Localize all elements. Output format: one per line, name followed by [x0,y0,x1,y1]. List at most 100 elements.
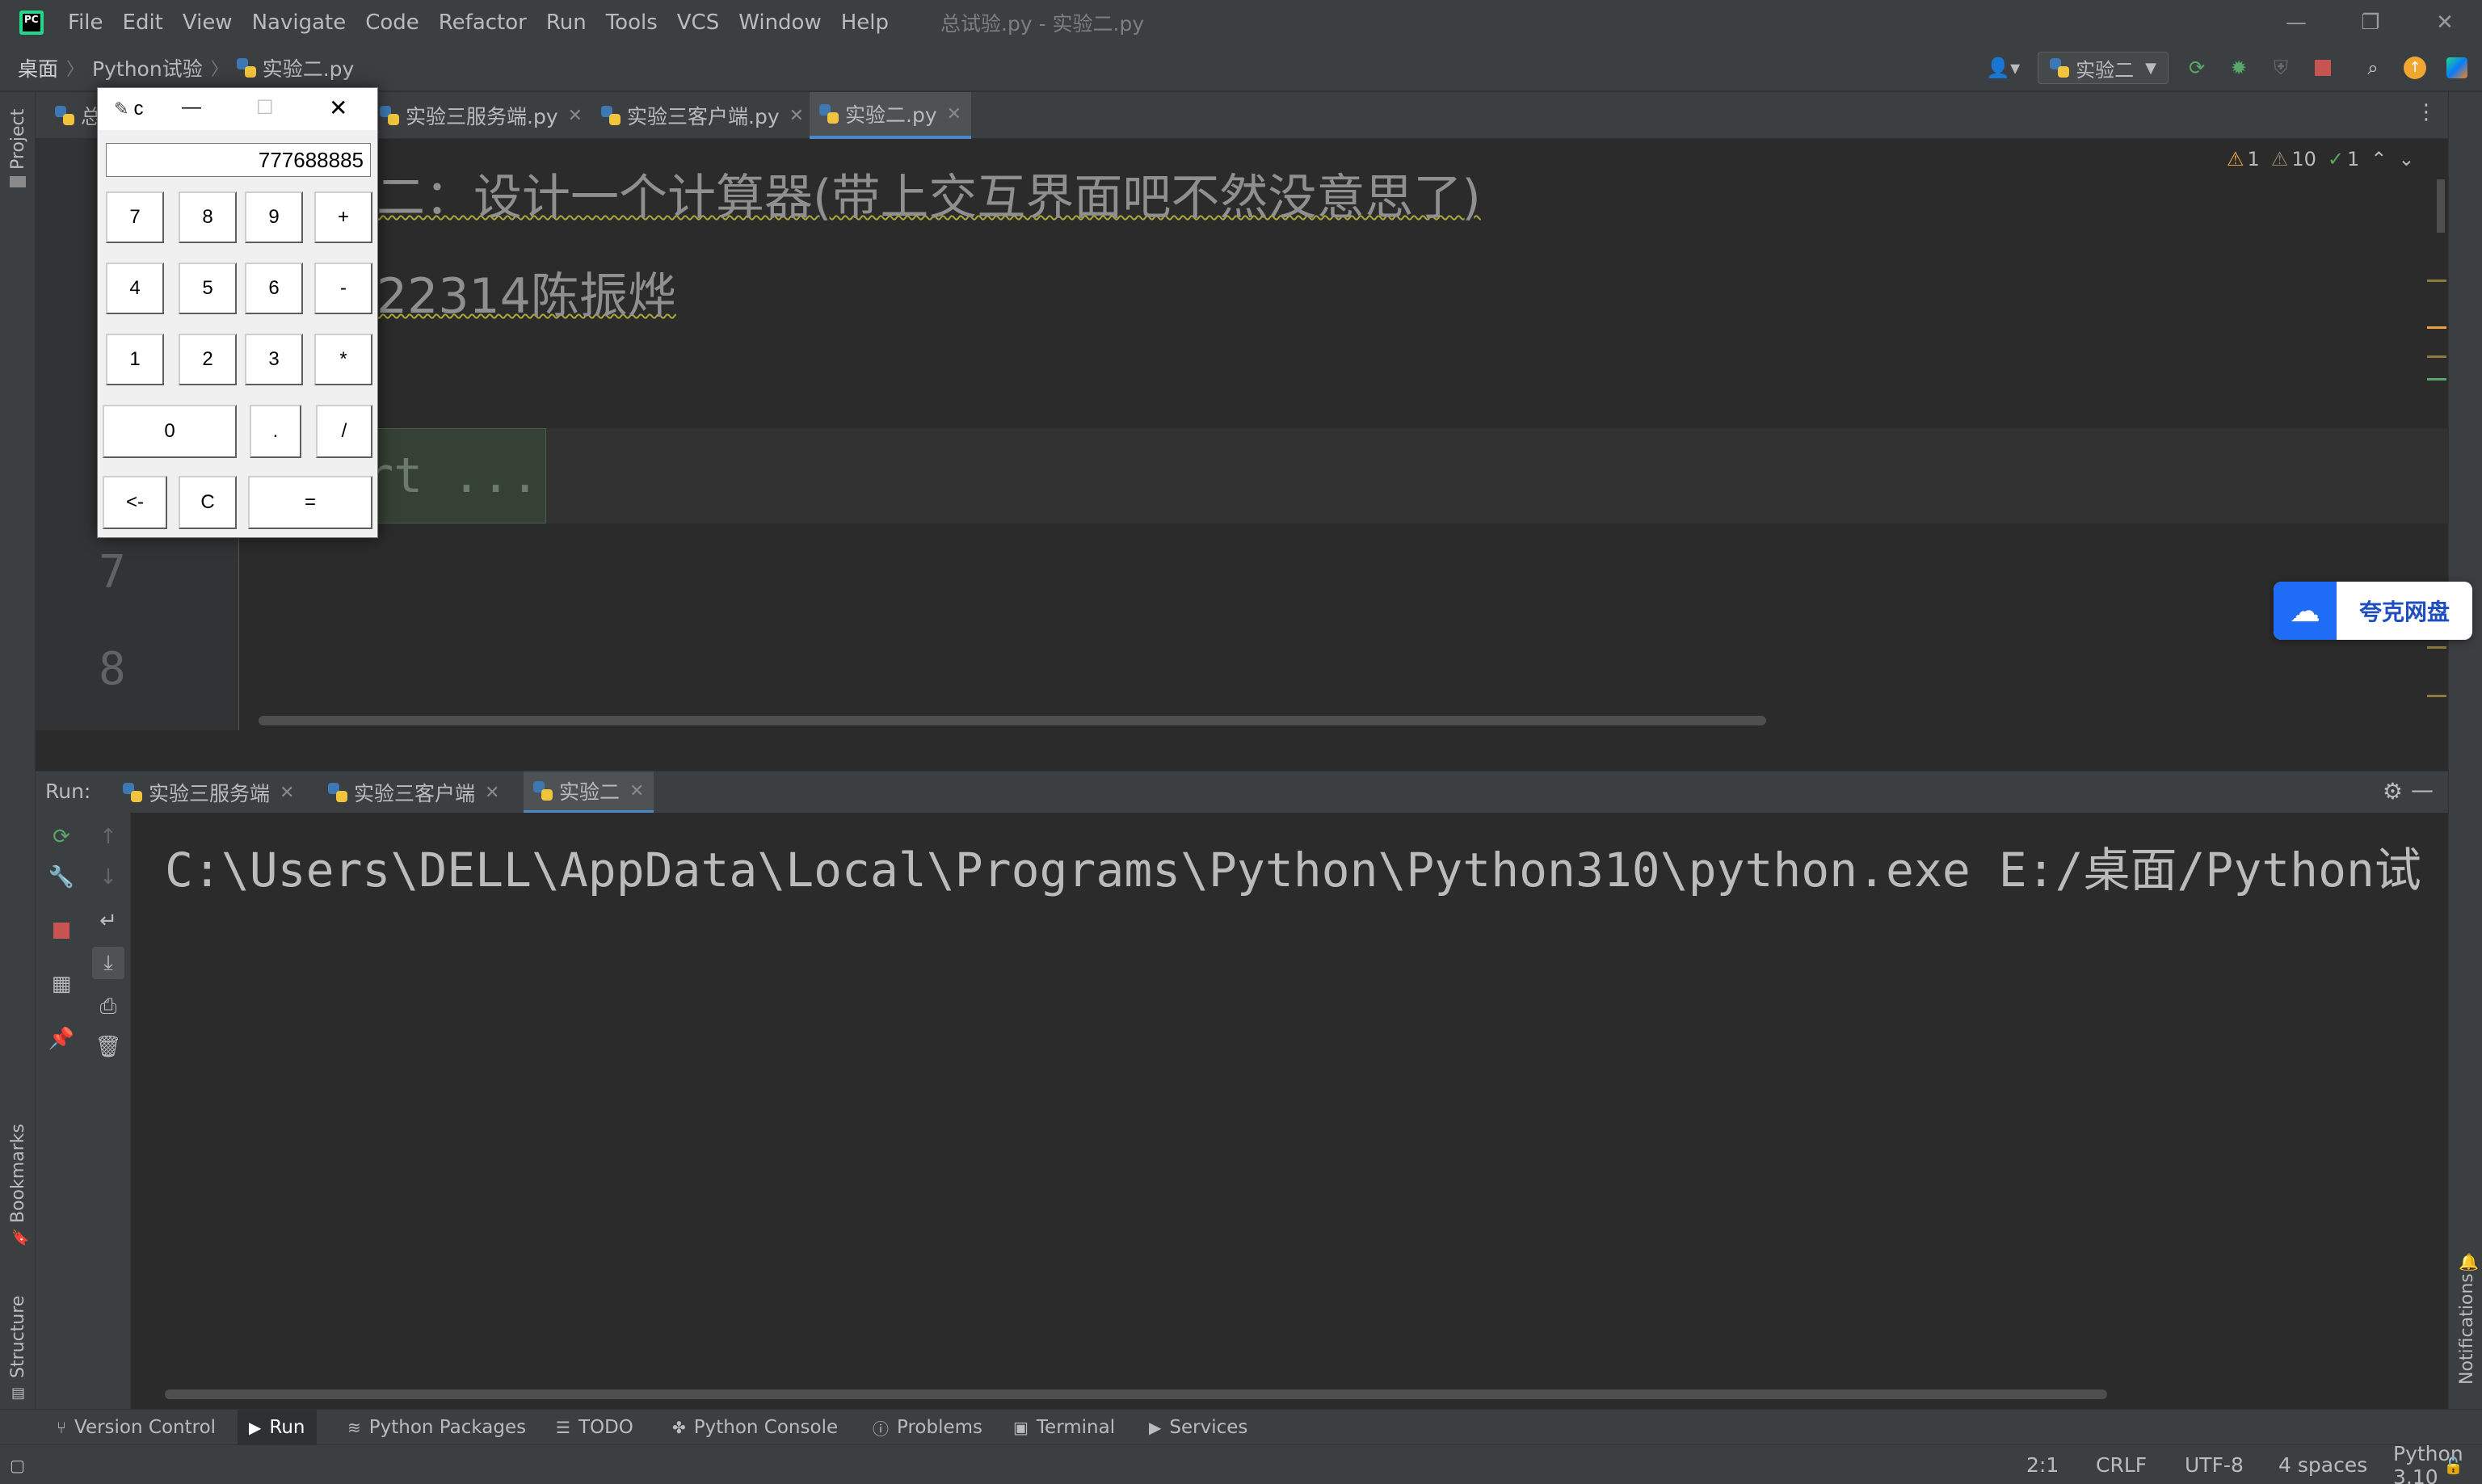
pin-icon[interactable]: 📌 [45,1023,78,1055]
calculator-title-bar[interactable]: ✎ c — ☐ ✕ [98,88,377,130]
hide-panel-icon[interactable]: — [2411,776,2434,803]
minimize-icon[interactable]: — [2259,0,2333,45]
key-6[interactable]: 6 [245,263,303,314]
run-tab-client[interactable]: 实验三客户端 ✕ [318,771,509,813]
run-config-select[interactable]: 实验二 ▼ [2038,52,2169,84]
tab-server[interactable]: 实验三服务端.py ✕ [370,92,592,139]
chevron-up-icon[interactable]: ⌃ [2371,148,2387,170]
debug-icon[interactable]: ✹ [2225,54,2253,82]
menu-refactor[interactable]: Refactor [439,11,527,35]
indent-setting[interactable]: 4 spaces [2278,1445,2367,1484]
folded-imports[interactable]: rt ... [355,428,546,523]
run-tab-server[interactable]: 实验三服务端 ✕ [113,771,304,813]
menu-run[interactable]: Run [546,11,587,35]
bookmarks-tool-label[interactable]: Bookmarks [8,1124,28,1223]
close-icon[interactable]: ✕ [329,95,347,121]
tool-python-packages[interactable]: ≋ Python Packages [347,1410,526,1445]
key-divide[interactable]: / [316,405,372,458]
close-icon[interactable]: ✕ [568,106,583,126]
update-icon[interactable]: ↑ [2401,54,2429,82]
menu-edit[interactable]: Edit [123,11,163,35]
breadcrumb-desktop[interactable]: 桌面 [18,53,58,82]
tool-terminal[interactable]: ▣ Terminal [1013,1410,1115,1445]
key-backspace[interactable]: <- [103,476,167,529]
quark-cloud-button[interactable]: ☁ 夸克网盘 [2274,582,2472,640]
key-9[interactable]: 9 [245,191,303,243]
console-output[interactable] [131,813,2448,1409]
menu-navigate[interactable]: Navigate [252,11,347,35]
key-plus[interactable]: + [314,191,372,243]
key-0[interactable]: 0 [103,405,237,458]
pycharm-logo-icon[interactable]: PC [19,11,44,35]
close-icon[interactable]: ✕ [947,104,961,124]
coverage-icon[interactable]: ⛨ [2267,54,2295,82]
close-icon[interactable]: ✕ [629,781,644,801]
stop-icon[interactable] [45,914,78,947]
caret-position[interactable]: 2:1 [2026,1445,2059,1484]
close-icon[interactable]: ✕ [485,783,499,803]
user-icon[interactable]: 👤▾ [1981,54,2025,82]
close-icon[interactable]: ✕ [280,783,294,803]
restore-icon[interactable]: ❐ [2333,0,2408,45]
close-icon[interactable]: ✕ [789,106,804,126]
tool-todo[interactable]: ☰ TODO [556,1410,633,1445]
interpreter[interactable]: Python 3.10 [2393,1442,2482,1484]
console-horizontal-scrollbar[interactable] [165,1389,2107,1399]
arrow-down-icon[interactable]: ↓ [92,861,124,893]
structure-tool-label[interactable]: Structure [8,1296,28,1378]
tool-python-console[interactable]: ✤ Python Console [672,1410,838,1445]
menu-window[interactable]: Window [738,11,822,35]
lock-icon[interactable]: 🔓 [2443,1445,2463,1484]
key-1[interactable]: 1 [106,334,164,385]
key-equals[interactable]: = [248,476,372,529]
menu-help[interactable]: Help [841,11,889,35]
menu-vcs[interactable]: VCS [677,11,719,35]
search-icon[interactable]: ⌕ [2359,54,2387,82]
close-icon[interactable]: ✕ [2408,0,2482,45]
layout-icon[interactable]: ▦ [45,968,78,1000]
maximize-icon[interactable]: ☐ [256,96,274,120]
soft-wrap-icon[interactable]: ↵ [92,905,124,937]
line-separator[interactable]: CRLF [2096,1445,2147,1484]
print-icon[interactable]: ⎙ [92,990,124,1023]
key-7[interactable]: 7 [106,191,164,243]
key-2[interactable]: 2 [179,334,237,385]
calculator-display[interactable]: 777688885 [106,143,371,177]
key-clear[interactable]: C [179,476,237,529]
rerun-icon[interactable]: ⟳ [45,821,78,853]
menu-code[interactable]: Code [365,11,419,35]
run-tab-experiment-two[interactable]: 实验二 ✕ [524,771,654,813]
stop-icon[interactable] [2309,54,2337,82]
project-tool-label[interactable]: Project [8,109,28,170]
trash-icon[interactable]: 🗑 [92,1031,124,1063]
arrow-up-icon[interactable]: ↑ [92,821,124,853]
breadcrumb-folder[interactable]: Python试验 [92,53,203,82]
more-options-icon[interactable]: ⋮ [2416,100,2437,124]
key-decimal[interactable]: . [250,405,301,458]
breadcrumb-file[interactable]: 实验二.py [263,53,355,82]
inspection-widget[interactable]: ⚠ 1 ⚠ 10 ✓ 1 ⌃ ⌄ [2227,145,2425,173]
tool-run[interactable]: ▶ Run [238,1410,317,1445]
notifications-tool-label[interactable]: Notifications [2457,1273,2477,1385]
key-3[interactable]: 3 [245,334,303,385]
tab-client[interactable]: 实验三客户端.py ✕ [591,92,814,139]
menu-file[interactable]: File [68,11,103,35]
tool-problems[interactable]: ⓘ Problems [873,1410,982,1445]
menu-tools[interactable]: Tools [606,11,658,35]
key-minus[interactable]: - [314,263,372,314]
chevron-down-icon[interactable]: ⌄ [2398,148,2414,170]
jetbrains-icon[interactable] [2443,54,2471,82]
tab-experiment-two[interactable]: 实验二.py ✕ [810,92,972,139]
layout-toggle-icon[interactable]: ▢ [10,1445,25,1484]
tool-services[interactable]: ▶ Services [1149,1410,1247,1445]
minimize-icon[interactable]: — [182,96,201,119]
key-5[interactable]: 5 [179,263,237,314]
editor-horizontal-scrollbar[interactable] [259,716,1766,725]
key-multiply[interactable]: * [314,334,372,385]
scroll-thumb[interactable] [2437,179,2445,233]
tool-version-control[interactable]: ⑂ Version Control [57,1410,216,1445]
scroll-to-end-icon[interactable]: ⤓ [92,947,124,979]
wrench-icon[interactable]: 🔧 [45,861,78,893]
key-4[interactable]: 4 [106,263,164,314]
menu-view[interactable]: View [183,11,233,35]
